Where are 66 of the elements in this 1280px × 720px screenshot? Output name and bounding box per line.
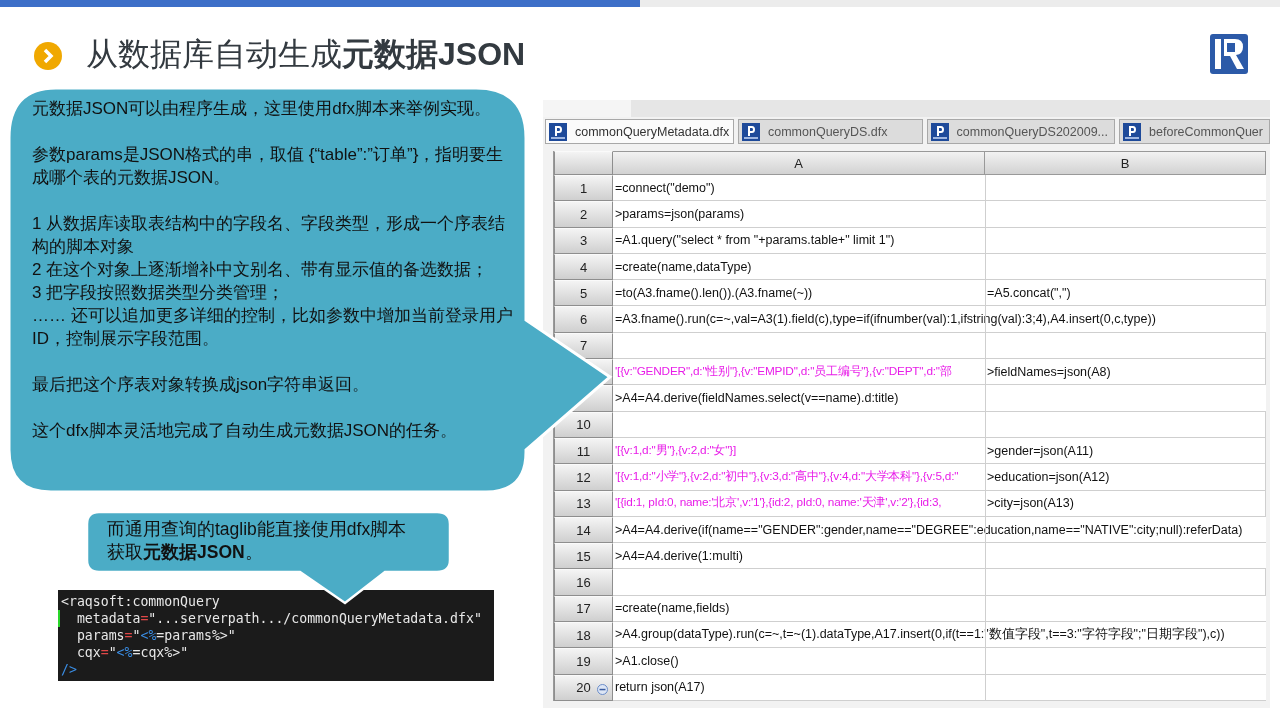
table-cell: =A1.query("select * from "+params.table+" limit 1") [613,227,1266,254]
table-cell: '[{v:"GENDER",d:"性别"},{v:"EMPID",d:"员工编号"},{v:"DEPT",d:"部 [613,359,985,386]
callout-text: 而通用查询的taglib能直接使用dfx脚本获取元数据JSON。 [107,518,408,564]
row-header: 16 [554,569,613,596]
table-cell: >city=json(A13) [985,490,1266,517]
table-cell: =A3.fname().run(c=~,val=A3(1).field(c),type=if(ifnumber(val):1,ifstring(val):3;4),A4.insert(0,c,type)) [613,306,1266,333]
callout-text: …… 还可以追加更多详细的控制，比如参数中增加当前登录用户ID，控制展示字段范围。 [32,305,514,350]
row-header: 15 [554,543,613,570]
callout-text: 参数params是JSON格式的串，取值 {“table”:”订单”}，指明要生成哪个表的元数据JSON。 [32,144,505,189]
column-header: A [613,151,985,175]
slide-title: 从数据库自动生成元数据JSON [86,35,527,74]
table-cell: >A4=A4.derive(fieldNames.select(v==name).d:title) [613,385,1266,412]
table-cell: '[{id:1, pId:0, name:'北京',v:'1'},{id:2, pId:0, name:'天津',v:'2'},{id:3, [613,490,985,517]
file-tab[interactable]: commonQueryMetadata.dfx [545,119,734,144]
file-icon [930,122,949,141]
table-cell: >A1.close() [613,648,1266,675]
row-header: 3 [554,227,613,254]
code-line: <raqsoft:commonQuery [61,594,220,609]
row-header: 4 [554,253,613,281]
file-icon [1123,122,1142,141]
code-line: metadata="...serverpath.../commonQueryMetadata.dfx" [75,611,482,626]
row-header: 11 [554,437,613,465]
row-header: 13 [554,490,613,517]
chevron-icon [34,42,62,70]
table-cell: '[{v:1,d:"男"},{v:2,d:"女"}] [613,437,985,465]
table-cell: '[{v:1,d:"小学"},{v:2,d:"初中"},{v:3,d:"高中"},{v:4,d:"大学本科"},{v:5,d:" [613,464,985,491]
logo-icon [1210,34,1248,74]
table-cell: return json(A17) [613,674,1266,701]
row-header: 19 [554,648,613,675]
row-header: 20 [554,674,613,701]
file-icon [742,122,760,141]
file-tab[interactable]: beforeCommonQuer [1119,119,1270,144]
file-tab[interactable]: commonQueryDS.dfx [738,119,923,144]
file-tab[interactable]: commonQueryDS202009... [926,119,1116,144]
table-cell: >A4.group(dataType).run(c=~,t=~(1).dataType,A17.insert(0,if(t==1:"数值字段",t==3:"字符字段";"日期字段"),c)) [613,622,1266,649]
table-cell: =connect("demo") [613,175,1266,202]
table-cell: >fieldNames=json(A8) [985,359,1266,386]
row-header: 18 [554,622,613,649]
table-cell: =to(A3.fname().len()).(A3.fname(~)) [613,280,985,307]
table-cell: >education=json(A12) [985,464,1266,491]
table-cell: =A5.concat(",") [985,280,1266,307]
code-line: cqx="<%=cqx%>" [75,645,189,660]
collapse-icon[interactable] [597,683,608,695]
callout-text: 最后把这个序表对象转换成json字符串返回。 [32,374,371,396]
callout-text: 3 把字段按照数据类型分类管理； [32,282,286,304]
callout-text: 1 从数据库读取表结构中的字段名、字段类型，形成一个序表结构的脚本对象 [32,213,507,258]
code-line: /> [61,662,77,677]
file-icon [549,122,567,141]
row-header: 5 [554,280,613,307]
callout-text: 2 在这个对象上逐渐增补中文别名、带有显示值的备选数据； [32,259,490,281]
row-header: 6 [554,306,613,333]
row-header: 14 [554,516,613,544]
table-cell: =create(name,fields) [613,595,1266,623]
row-header: 17 [554,595,613,623]
row-header: 2 [554,201,613,228]
table-cell: >gender=json(A11) [985,437,1266,465]
row-header: 12 [554,464,613,491]
row-header: 1 [554,175,613,202]
table-cell: >params=json(params) [613,201,1266,228]
callout-text: 元数据JSON可以由程序生成，这里使用dfx脚本来举例实现。 [32,98,493,120]
code-line: params="<%=params%>" [75,628,236,643]
table-cell: >A4=A4.derive(1:multi) [613,543,1266,570]
column-header: B [985,151,1266,175]
callout-text: 这个dfx脚本灵活地完成了自动生成元数据JSON的任务。 [32,420,459,442]
table-cell: =create(name,dataType) [613,253,1266,281]
table-cell: >A4=A4.derive(if(name=="GENDER":gender,name=="DEGREE":education,name=="NATIVE":city;null):referData) [613,516,1266,544]
